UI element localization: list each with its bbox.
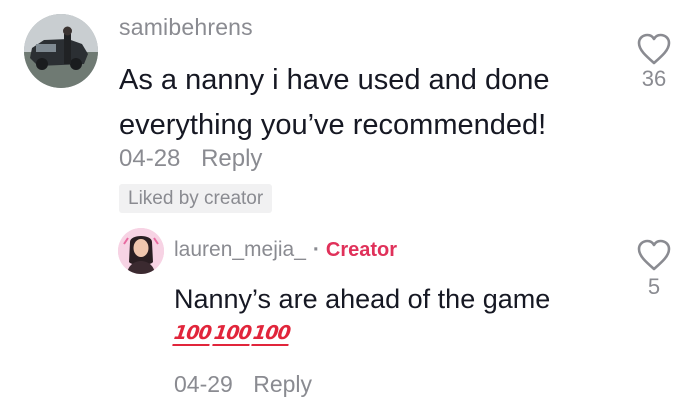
reply-button[interactable]: Reply	[253, 371, 312, 397]
comment-meta: 04-28 Reply	[119, 145, 262, 173]
heart-outline-icon	[637, 33, 671, 65]
like-count: 36	[641, 66, 667, 91]
reply-username[interactable]: lauren_mejia_	[174, 238, 306, 261]
like-button[interactable]	[636, 238, 672, 272]
hundred-points-icon: 100	[211, 322, 253, 346]
reply-button[interactable]: Reply	[201, 145, 262, 172]
emoji-row: 100100100	[172, 322, 293, 356]
reply-text: Nanny’s are ahead of the game	[174, 284, 551, 314]
reply-header: lauren_mejia_ · Creator	[174, 238, 397, 262]
hundred-points-icon: 100	[172, 322, 213, 346]
comment-text: As a nanny i have used and done everythi…	[119, 64, 550, 141]
comment-date: 04-28	[119, 145, 181, 172]
avatar[interactable]	[24, 14, 98, 88]
avatar-photo	[118, 228, 164, 274]
like-count: 5	[647, 274, 661, 299]
comment-username[interactable]: samibehrens	[119, 14, 253, 41]
creator-tag: Creator	[325, 239, 398, 261]
separator-dot: ·	[312, 238, 320, 261]
avatar-photo	[24, 14, 98, 88]
heart-outline-icon	[637, 239, 671, 271]
reply-date: 04-29	[174, 371, 233, 397]
reply-meta: 04-29 Reply	[174, 371, 312, 398]
like-button[interactable]	[636, 32, 672, 66]
hundred-points-icon: 100	[251, 322, 292, 346]
reply-avatar[interactable]	[118, 228, 164, 274]
liked-by-creator-badge: Liked by creator	[119, 184, 273, 213]
